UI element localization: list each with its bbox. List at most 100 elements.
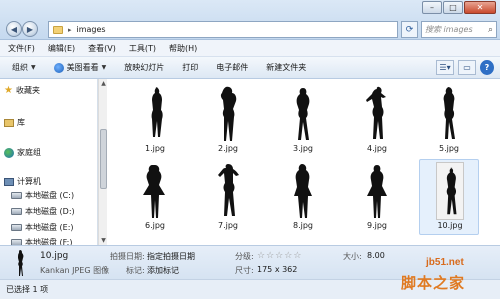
forward-icon: ▶ xyxy=(26,24,34,34)
nav-drive-label: 本地磁盘 (F:) xyxy=(25,238,73,245)
breadcrumb-images[interactable]: images xyxy=(77,25,106,34)
file-name: 10.jpg xyxy=(437,221,463,230)
menu-edit[interactable]: 编辑(E) xyxy=(48,43,75,54)
watermark-text: 脚本之家 xyxy=(401,274,466,292)
menu-help[interactable]: 帮助(H) xyxy=(169,43,197,54)
thumbnail-image xyxy=(214,162,242,220)
address-bar[interactable]: ▸ images xyxy=(48,21,398,38)
date-taken-label: 拍摄日期: xyxy=(110,252,145,261)
help-icon: ? xyxy=(484,63,490,72)
thumbnail-image xyxy=(436,162,464,220)
nav-computer[interactable]: 计算机 xyxy=(4,176,41,187)
file-item[interactable]: 9.jpg xyxy=(347,160,407,232)
drive-icon xyxy=(11,224,22,231)
star-icon[interactable]: ☆ xyxy=(275,251,283,261)
minimize-button[interactable]: – xyxy=(422,1,442,14)
homegroup-icon xyxy=(4,147,14,158)
thumbnail-image xyxy=(363,162,391,220)
refresh-icon: ⟳ xyxy=(405,24,414,35)
file-name: 3.jpg xyxy=(292,144,313,153)
file-item-selected[interactable]: 10.jpg xyxy=(419,159,479,235)
rating-stars[interactable]: ☆ ☆ ☆ ☆ ☆ xyxy=(257,251,301,261)
thumbnail-image xyxy=(141,162,169,220)
menu-file[interactable]: 文件(F) xyxy=(8,43,35,54)
organize-label: 组织 xyxy=(12,63,28,72)
file-item[interactable]: 3.jpg xyxy=(273,83,333,155)
menu-tools[interactable]: 工具(T) xyxy=(129,43,156,54)
thumbnail-image xyxy=(363,85,391,143)
help-button[interactable]: ? xyxy=(480,60,494,75)
open-with-label: 美图看看 xyxy=(66,63,99,72)
drive-icon xyxy=(11,208,22,215)
star-icon[interactable]: ☆ xyxy=(293,251,301,261)
nav-drive-d[interactable]: 本地磁盘 (D:) xyxy=(11,206,75,217)
file-name: 6.jpg xyxy=(144,221,165,230)
title-bar: – □ ✕ ◀ ▶ ▸ images ⟳ 搜索 images ⌕ xyxy=(0,0,500,40)
date-taken-value[interactable]: 指定拍摄日期 xyxy=(147,251,195,262)
file-name: 1.jpg xyxy=(144,144,165,153)
folder-icon xyxy=(53,25,63,34)
breadcrumb-arrow-icon[interactable]: ▸ xyxy=(68,26,72,34)
nav-favorites-label: 收藏夹 xyxy=(15,86,40,95)
navigation-pane: ★ 收藏夹 库 家庭组 计算机 本地磁盘 (C:) 本地磁盘 (D:) 本地磁盘… xyxy=(0,79,98,245)
file-item[interactable]: 8.jpg xyxy=(273,160,333,232)
nav-drive-label: 本地磁盘 (D:) xyxy=(25,207,75,216)
slideshow-button[interactable]: 放映幻灯片 xyxy=(124,62,164,73)
new-folder-button[interactable]: 新建文件夹 xyxy=(266,62,306,73)
details-file-name: 10.jpg xyxy=(40,251,69,261)
computer-icon xyxy=(4,177,14,186)
organize-button[interactable]: 组织 ▼ xyxy=(12,62,36,73)
back-button[interactable]: ◀ xyxy=(6,21,22,37)
nav-favorites[interactable]: ★ 收藏夹 xyxy=(4,85,40,96)
file-item[interactable]: 2.jpg xyxy=(198,83,258,155)
file-name: 7.jpg xyxy=(217,221,238,230)
forward-button[interactable]: ▶ xyxy=(22,21,38,37)
view-options-button[interactable]: ☰▾ xyxy=(436,60,454,75)
toolbar-right: ☰▾ ▭ ? xyxy=(436,60,494,75)
watermark-url: jb51.net xyxy=(426,257,464,268)
star-icon[interactable]: ☆ xyxy=(284,251,292,261)
app-icon xyxy=(53,62,64,73)
tags-value[interactable]: 添加标记 xyxy=(147,265,179,276)
maximize-button[interactable]: □ xyxy=(443,1,463,14)
back-icon: ◀ xyxy=(10,24,18,34)
scrollbar-thumb[interactable] xyxy=(100,129,107,189)
nav-drive-f[interactable]: 本地磁盘 (F:) xyxy=(11,237,72,245)
file-item[interactable]: 5.jpg xyxy=(419,83,479,155)
status-text: 已选择 1 项 xyxy=(6,285,49,294)
file-item[interactable]: 6.jpg xyxy=(125,160,185,232)
nav-homegroup-label: 家庭组 xyxy=(17,148,41,157)
file-name: 5.jpg xyxy=(438,144,459,153)
nav-homegroup[interactable]: 家庭组 xyxy=(4,147,41,158)
refresh-button[interactable]: ⟳ xyxy=(401,21,418,38)
nav-drive-c[interactable]: 本地磁盘 (C:) xyxy=(11,190,74,201)
email-button[interactable]: 电子邮件 xyxy=(216,62,248,73)
details-file-type: Kankan JPEG 图像 xyxy=(40,266,110,275)
dimensions-value: 175 x 362 xyxy=(257,265,298,274)
file-item[interactable]: 1.jpg xyxy=(125,83,185,155)
nav-libraries[interactable]: 库 xyxy=(4,117,25,128)
star-icon[interactable]: ☆ xyxy=(266,251,274,261)
search-placeholder: 搜索 images xyxy=(425,25,473,34)
file-item[interactable]: 7.jpg xyxy=(198,160,258,232)
nav-drive-label: 本地磁盘 (C:) xyxy=(25,191,75,200)
print-button[interactable]: 打印 xyxy=(182,62,198,73)
tags-label: 标记: xyxy=(126,266,145,275)
preview-pane-button[interactable]: ▭ xyxy=(458,60,476,75)
close-button[interactable]: ✕ xyxy=(464,1,496,14)
file-name: 4.jpg xyxy=(366,144,387,153)
thumbnail-image xyxy=(435,85,463,143)
star-icon[interactable]: ☆ xyxy=(257,251,265,261)
drive-icon xyxy=(11,192,22,199)
command-bar: 组织 ▼ 美图看看 ▼ 放映幻灯片 打印 电子邮件 新建文件夹 ☰▾ ▭ ? xyxy=(0,57,500,79)
star-icon: ★ xyxy=(4,85,13,96)
search-icon[interactable]: ⌕ xyxy=(488,25,493,35)
menu-view[interactable]: 查看(V) xyxy=(88,43,116,54)
file-item[interactable]: 4.jpg xyxy=(347,83,407,155)
nav-drive-e[interactable]: 本地磁盘 (E:) xyxy=(11,222,74,233)
open-with-button[interactable]: 美图看看 ▼ xyxy=(53,62,106,73)
navigation-scrollbar[interactable]: ▲ ▼ xyxy=(98,79,107,245)
search-input[interactable]: 搜索 images ⌕ xyxy=(421,21,497,38)
nav-computer-label: 计算机 xyxy=(17,177,41,186)
preview-pane-icon: ▭ xyxy=(463,63,471,72)
